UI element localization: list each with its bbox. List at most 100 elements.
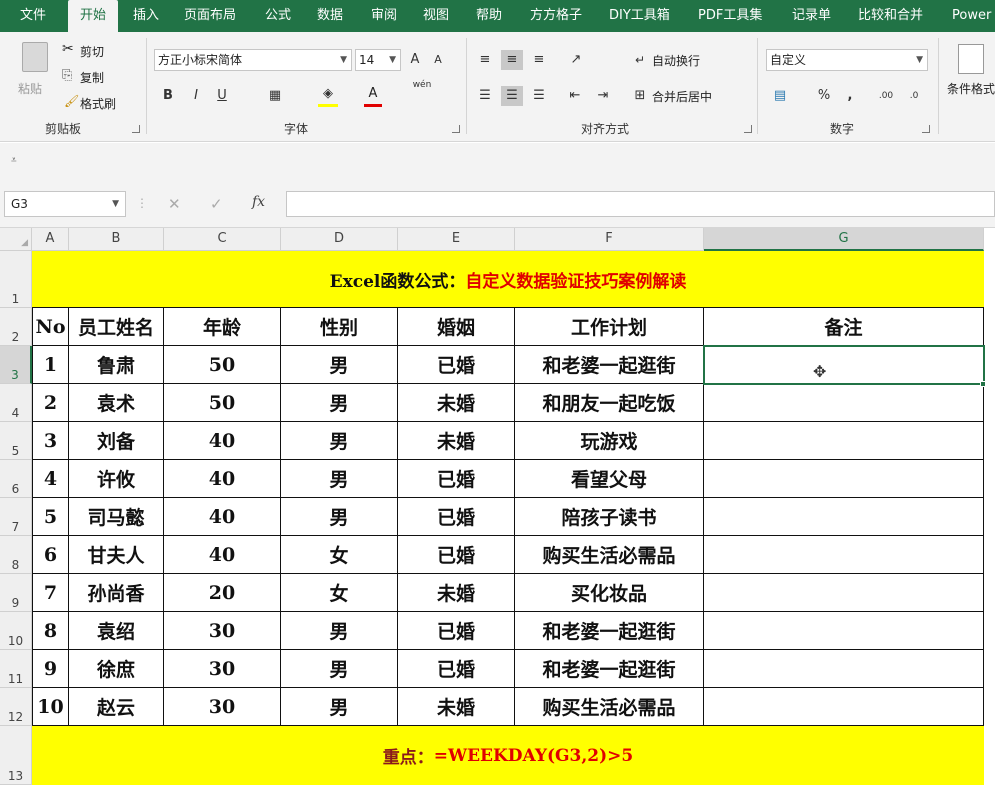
header-cell-gender[interactable]: 性别: [281, 308, 398, 346]
cell-gender[interactable]: 男: [281, 346, 398, 384]
cell-plan[interactable]: 买化妆品: [515, 574, 704, 612]
cell-marital[interactable]: 已婚: [398, 536, 515, 574]
column-header-d[interactable]: D: [281, 228, 398, 251]
tab-diy-toolbox[interactable]: DIY工具箱: [609, 0, 670, 32]
cell-age[interactable]: 40: [164, 422, 281, 460]
cell-gender[interactable]: 男: [281, 650, 398, 688]
alignment-launcher-icon[interactable]: [744, 125, 752, 133]
underline-button[interactable]: U: [214, 86, 230, 106]
cell-marital[interactable]: 已婚: [398, 498, 515, 536]
row-header-8[interactable]: 8: [0, 536, 32, 574]
cell-marital[interactable]: 未婚: [398, 688, 515, 726]
cell-name[interactable]: 赵云: [69, 688, 164, 726]
increase-decimal-icon[interactable]: .00: [876, 86, 896, 106]
header-cell-plan[interactable]: 工作计划: [515, 308, 704, 346]
header-cell-remark[interactable]: 备注: [704, 308, 984, 346]
cell-plan[interactable]: 购买生活必需品: [515, 536, 704, 574]
cell-no[interactable]: 7: [32, 574, 69, 612]
cell-name[interactable]: 许攸: [69, 460, 164, 498]
cell-marital[interactable]: 已婚: [398, 460, 515, 498]
border-icon[interactable]: ▦: [265, 86, 285, 106]
fill-color-icon[interactable]: ◈: [318, 84, 338, 107]
tab-pdf-tools[interactable]: PDF工具集: [698, 0, 762, 32]
align-right-icon[interactable]: ☰: [530, 86, 548, 106]
tab-fangfang[interactable]: 方方格子: [530, 0, 582, 32]
cell-no[interactable]: 6: [32, 536, 69, 574]
paste-button[interactable]: 粘贴: [18, 80, 42, 97]
cell-gender[interactable]: 男: [281, 460, 398, 498]
tab-formulas[interactable]: 公式: [265, 0, 291, 32]
insert-function-icon[interactable]: fx: [252, 194, 265, 210]
cell-plan[interactable]: 和老婆一起逛街: [515, 612, 704, 650]
header-cell-age[interactable]: 年龄: [164, 308, 281, 346]
merge-center-button[interactable]: 合并后居中: [652, 88, 712, 105]
cell-gender[interactable]: 男: [281, 688, 398, 726]
tab-page-layout[interactable]: 页面布局: [184, 0, 236, 32]
row-header-9[interactable]: 9: [0, 574, 32, 612]
header-cell-no[interactable]: No: [32, 308, 69, 346]
align-middle-icon[interactable]: ≡: [501, 50, 523, 70]
header-cell-name[interactable]: 员工姓名: [69, 308, 164, 346]
cell-age[interactable]: 50: [164, 346, 281, 384]
shrink-font-icon[interactable]: A: [430, 50, 446, 70]
cell-marital[interactable]: 已婚: [398, 346, 515, 384]
tab-file[interactable]: 文件: [20, 0, 46, 32]
column-header-e[interactable]: E: [398, 228, 515, 251]
align-bottom-icon[interactable]: ≡: [530, 50, 548, 70]
customize-qat-icon[interactable]: ⩡: [11, 155, 17, 166]
cell-plan[interactable]: 看望父母: [515, 460, 704, 498]
row-header-7[interactable]: 7: [0, 498, 32, 536]
column-header-f[interactable]: F: [515, 228, 704, 251]
cell-name[interactable]: 袁绍: [69, 612, 164, 650]
font-color-icon[interactable]: A: [364, 84, 382, 107]
cell-name[interactable]: 鲁肃: [69, 346, 164, 384]
cell-gender[interactable]: 女: [281, 574, 398, 612]
tab-insert[interactable]: 插入: [133, 0, 159, 32]
cell-age[interactable]: 30: [164, 612, 281, 650]
cell-remark[interactable]: [704, 498, 984, 536]
row-header-12[interactable]: 12: [0, 688, 32, 726]
cancel-icon[interactable]: ✕: [168, 195, 181, 213]
cell-plan[interactable]: 购买生活必需品: [515, 688, 704, 726]
cell-gender[interactable]: 男: [281, 612, 398, 650]
cell-gender[interactable]: 男: [281, 498, 398, 536]
wrap-text-button[interactable]: 自动换行: [652, 52, 700, 69]
select-all-corner[interactable]: ◢: [0, 228, 32, 251]
cell-marital[interactable]: 未婚: [398, 384, 515, 422]
tab-review[interactable]: 审阅: [371, 0, 397, 32]
cut-button[interactable]: 剪切: [80, 43, 104, 60]
increase-indent-icon[interactable]: ⇥: [594, 86, 612, 106]
percent-button[interactable]: %: [816, 86, 832, 106]
row-header-4[interactable]: 4: [0, 384, 32, 422]
font-launcher-icon[interactable]: [452, 125, 460, 133]
tab-view[interactable]: 视图: [423, 0, 449, 32]
font-name-select[interactable]: 方正小标宋简体 ▼: [154, 49, 352, 71]
cell-marital[interactable]: 未婚: [398, 574, 515, 612]
cell-remark[interactable]: [704, 460, 984, 498]
formula-input[interactable]: [286, 191, 995, 217]
cell-name[interactable]: 孙尚香: [69, 574, 164, 612]
row-header-10[interactable]: 10: [0, 612, 32, 650]
name-box[interactable]: G3 ▼: [4, 191, 126, 217]
cell-plan[interactable]: 陪孩子读书: [515, 498, 704, 536]
cell-remark[interactable]: [704, 688, 984, 726]
italic-button[interactable]: I: [188, 86, 204, 106]
row-header-6[interactable]: 6: [0, 460, 32, 498]
align-top-icon[interactable]: ≡: [476, 50, 494, 70]
enter-icon[interactable]: ✓: [210, 195, 223, 213]
align-left-icon[interactable]: ☰: [476, 86, 494, 106]
cell-no[interactable]: 2: [32, 384, 69, 422]
cell-gender[interactable]: 男: [281, 384, 398, 422]
row-header-3[interactable]: 3: [0, 346, 32, 384]
column-header-c[interactable]: C: [164, 228, 281, 251]
footer-banner[interactable]: 重点： =WEEKDAY(G3,2)>5: [32, 726, 984, 785]
row-header-11[interactable]: 11: [0, 650, 32, 688]
fill-handle[interactable]: [980, 381, 986, 387]
cell-remark[interactable]: [704, 536, 984, 574]
cell-age[interactable]: 40: [164, 460, 281, 498]
tab-record-sheet[interactable]: 记录单: [792, 0, 831, 32]
cell-no[interactable]: 10: [32, 688, 69, 726]
cell-no[interactable]: 3: [32, 422, 69, 460]
cell-plan[interactable]: 玩游戏: [515, 422, 704, 460]
currency-icon[interactable]: ▤: [770, 86, 790, 106]
